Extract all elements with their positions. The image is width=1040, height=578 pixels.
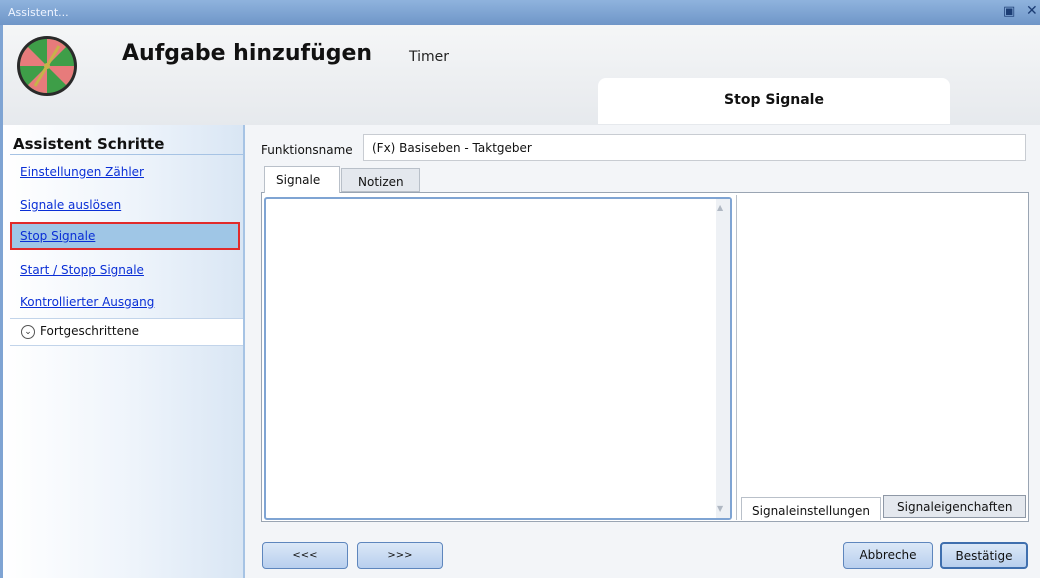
sidebar-step-link[interactable]: Signale auslösen <box>20 198 121 212</box>
tab-label: Signale <box>276 173 321 187</box>
scroll-down-icon[interactable]: ▼ <box>717 504 723 513</box>
sidebar-step-start-stopp-signale[interactable]: Start / Stopp Signale <box>10 256 240 284</box>
previous-button[interactable]: <<< <box>262 542 348 569</box>
next-button[interactable]: >>> <box>357 542 443 569</box>
chevron-down-circle-icon[interactable]: ⌄ <box>21 325 35 339</box>
maximize-icon[interactable]: ▣ <box>1003 4 1015 19</box>
sidebar-step-einstellungen-zaehler[interactable]: Einstellungen Zähler <box>10 158 240 186</box>
tab-signaleinstellungen[interactable]: Signaleinstellungen <box>741 497 881 520</box>
sidebar-step-link[interactable]: Start / Stopp Signale <box>20 263 144 277</box>
sidebar-step-kontrollierter-ausgang[interactable]: Kontrollierter Ausgang <box>10 288 240 316</box>
advanced-section-toggle[interactable]: ⌄ Fortgeschrittene <box>10 318 243 346</box>
signal-list-scrollbar[interactable] <box>716 199 730 518</box>
tab-label: Signaleigenchaften <box>897 500 1013 514</box>
tab-notizen[interactable]: Notizen <box>341 168 420 192</box>
timer-wheel-icon <box>15 34 79 98</box>
sidebar-step-link[interactable]: Stop Signale <box>20 229 95 243</box>
tab-signaleigenschaften[interactable]: Signaleigenchaften <box>883 495 1026 518</box>
function-name-input[interactable]: (Fx) Basiseben - Taktgeber <box>363 134 1026 161</box>
current-step-label: Stop Signale <box>724 92 824 108</box>
signal-properties-area <box>736 195 1027 520</box>
page-title: Aufgabe hinzufügen <box>122 41 373 66</box>
tab-label: Notizen <box>358 175 404 189</box>
cancel-button[interactable]: Abbreche <box>843 542 933 569</box>
sidebar-step-link[interactable]: Einstellungen Zähler <box>20 165 144 179</box>
scroll-up-icon[interactable]: ▲ <box>717 203 723 212</box>
confirm-button[interactable]: Bestätige <box>940 542 1028 569</box>
signal-list[interactable] <box>264 197 732 520</box>
sidebar-step-link[interactable]: Kontrollierter Ausgang <box>20 295 154 309</box>
sidebar-title: Assistent Schritte <box>13 135 165 153</box>
sidebar-divider <box>10 154 245 155</box>
tab-signale[interactable]: Signale <box>264 166 340 193</box>
sidebar-step-signale-ausloesen[interactable]: Signale auslösen <box>10 191 240 219</box>
page-subtitle: Timer <box>409 49 450 65</box>
function-name-label: Funktionsname <box>261 143 353 157</box>
close-icon[interactable]: ✕ <box>1026 3 1038 19</box>
current-step-tab: Stop Signale <box>598 78 950 124</box>
window-title: Assistent... <box>8 6 69 19</box>
sidebar-step-stop-signale[interactable]: Stop Signale <box>10 222 240 250</box>
window-titlebar[interactable] <box>0 0 1040 26</box>
advanced-section-label: Fortgeschrittene <box>40 324 139 338</box>
tab-label: Signaleinstellungen <box>752 504 871 518</box>
